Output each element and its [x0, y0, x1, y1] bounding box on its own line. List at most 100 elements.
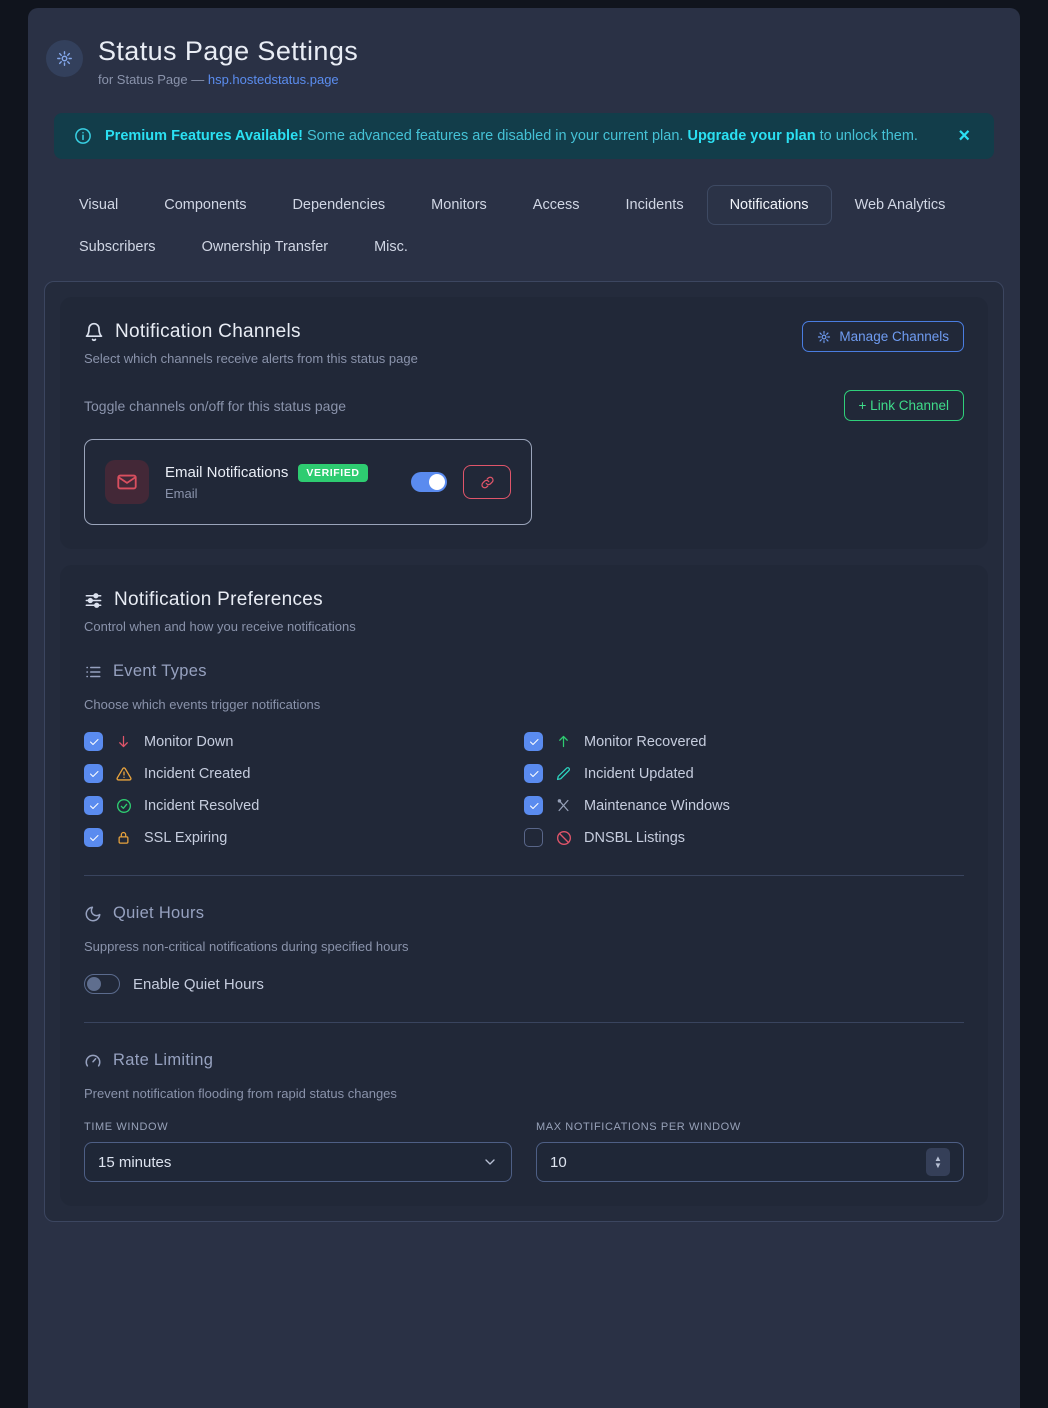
quiet-hours-subtitle: Suppress non-critical notifications duri…	[84, 939, 964, 954]
event-types-subtitle: Choose which events trigger notification…	[84, 697, 964, 712]
event-types-subsection: Event Types Choose which events trigger …	[84, 662, 964, 847]
status-page-settings-window: Status Page Settings for Status Page — h…	[28, 8, 1020, 1408]
channels-title: Notification Channels	[115, 321, 301, 343]
chevron-down-icon	[482, 1154, 498, 1170]
settings-gear-badge	[46, 40, 83, 77]
time-window-select[interactable]: 15 minutes	[84, 1142, 512, 1182]
list-icon	[84, 663, 102, 681]
tab-monitors[interactable]: Monitors	[408, 185, 510, 225]
tab-access[interactable]: Access	[510, 185, 603, 225]
unlink-channel-button[interactable]	[463, 465, 511, 499]
notifications-tab-panel: Notification Channels Select which chann…	[44, 281, 1004, 1222]
number-stepper[interactable]: ▲▼	[926, 1148, 950, 1176]
bell-icon	[84, 322, 104, 342]
tab-misc[interactable]: Misc.	[351, 227, 431, 267]
quiet-hours-title: Quiet Hours	[113, 904, 204, 923]
tab-web-analytics[interactable]: Web Analytics	[832, 185, 969, 225]
banner-close-button[interactable]: ×	[954, 124, 974, 148]
link-channel-button[interactable]: + Link Channel	[844, 390, 964, 421]
arrow-down-icon	[115, 734, 132, 749]
event-checkbox[interactable]	[524, 732, 543, 751]
status-page-link[interactable]: hsp.hostedstatus.page	[208, 72, 339, 87]
event-checkbox[interactable]	[84, 796, 103, 815]
warning-icon	[115, 766, 132, 782]
max-notifications-input[interactable]: 10 ▲▼	[536, 1142, 964, 1182]
preferences-subtitle: Control when and how you receive notific…	[84, 619, 964, 634]
lock-icon	[115, 830, 132, 845]
tab-visual[interactable]: Visual	[56, 185, 141, 225]
event-type-label: Monitor Down	[144, 734, 233, 750]
event-checkbox[interactable]	[524, 828, 543, 847]
event-type-label: Maintenance Windows	[584, 798, 730, 814]
event-type-row[interactable]: Incident Resolved	[84, 796, 524, 815]
event-type-label: Incident Updated	[584, 766, 694, 782]
pencil-icon	[555, 766, 572, 781]
tools-icon	[555, 798, 572, 813]
divider	[84, 1022, 964, 1023]
page-header: Status Page Settings for Status Page — h…	[42, 24, 1006, 113]
event-types-title: Event Types	[113, 662, 207, 681]
divider	[84, 875, 964, 876]
manage-channels-button[interactable]: Manage Channels	[802, 321, 964, 352]
sliders-icon	[84, 591, 103, 610]
quiet-hours-toggle[interactable]	[84, 974, 120, 994]
channels-hint: Toggle channels on/off for this status p…	[84, 398, 346, 414]
time-window-label: TIME WINDOW	[84, 1121, 512, 1133]
event-type-label: Monitor Recovered	[584, 734, 707, 750]
max-notifications-label: MAX NOTIFICATIONS PER WINDOW	[536, 1121, 964, 1133]
event-type-label: Incident Resolved	[144, 798, 259, 814]
event-type-label: Incident Created	[144, 766, 250, 782]
rate-limiting-subtitle: Prevent notification flooding from rapid…	[84, 1086, 964, 1101]
quiet-hours-subsection: Quiet Hours Suppress non-critical notifi…	[84, 904, 964, 994]
channel-card-email: Email Notifications VERIFIED Email	[84, 439, 532, 525]
gear-icon	[817, 330, 831, 344]
banner-text: Premium Features Available! Some advance…	[105, 128, 918, 144]
event-checkbox[interactable]	[84, 732, 103, 751]
event-checkbox[interactable]	[524, 764, 543, 783]
subtitle-text: for Status Page —	[98, 72, 208, 87]
verified-badge: VERIFIED	[298, 464, 367, 482]
envelope-icon	[116, 471, 138, 493]
event-checkbox[interactable]	[84, 764, 103, 783]
preferences-title: Notification Preferences	[114, 589, 323, 611]
info-icon	[74, 127, 92, 145]
page-subtitle: for Status Page — hsp.hostedstatus.page	[98, 72, 358, 87]
premium-banner: Premium Features Available! Some advance…	[54, 113, 994, 159]
check-circle-icon	[115, 798, 132, 814]
upgrade-plan-link[interactable]: Upgrade your plan	[687, 128, 815, 144]
arrow-up-icon	[555, 734, 572, 749]
notification-channels-section: Notification Channels Select which chann…	[60, 297, 988, 549]
chain-link-icon	[480, 475, 495, 490]
gauge-icon	[84, 1052, 102, 1070]
quiet-hours-toggle-label: Enable Quiet Hours	[133, 976, 264, 993]
event-type-label: DNSBL Listings	[584, 830, 685, 846]
tab-incidents[interactable]: Incidents	[603, 185, 707, 225]
event-checkbox[interactable]	[84, 828, 103, 847]
tab-ownership-transfer[interactable]: Ownership Transfer	[179, 227, 352, 267]
notification-preferences-section: Notification Preferences Control when an…	[60, 565, 988, 1206]
event-checkbox[interactable]	[524, 796, 543, 815]
moon-icon	[84, 905, 102, 923]
event-type-row[interactable]: Incident Updated	[524, 764, 964, 783]
tab-subscribers[interactable]: Subscribers	[56, 227, 179, 267]
channel-type: Email	[165, 486, 395, 501]
email-channel-icon-box	[105, 460, 149, 504]
settings-tabs: VisualComponentsDependenciesMonitorsAcce…	[56, 185, 992, 267]
event-type-row[interactable]: Monitor Down	[84, 732, 524, 751]
event-type-row[interactable]: Incident Created	[84, 764, 524, 783]
channel-name: Email Notifications	[165, 464, 288, 481]
channels-subtitle: Select which channels receive alerts fro…	[84, 351, 418, 366]
tab-notifications[interactable]: Notifications	[707, 185, 832, 225]
event-type-row[interactable]: DNSBL Listings	[524, 828, 964, 847]
channel-toggle[interactable]	[411, 472, 447, 492]
rate-limiting-subsection: Rate Limiting Prevent notification flood…	[84, 1051, 964, 1182]
event-type-row[interactable]: SSL Expiring	[84, 828, 524, 847]
tab-dependencies[interactable]: Dependencies	[269, 185, 408, 225]
ban-icon	[555, 830, 572, 846]
event-type-row[interactable]: Monitor Recovered	[524, 732, 964, 751]
page-title: Status Page Settings	[98, 36, 358, 67]
gear-icon	[56, 50, 73, 67]
tab-components[interactable]: Components	[141, 185, 269, 225]
event-type-label: SSL Expiring	[144, 830, 227, 846]
event-type-row[interactable]: Maintenance Windows	[524, 796, 964, 815]
